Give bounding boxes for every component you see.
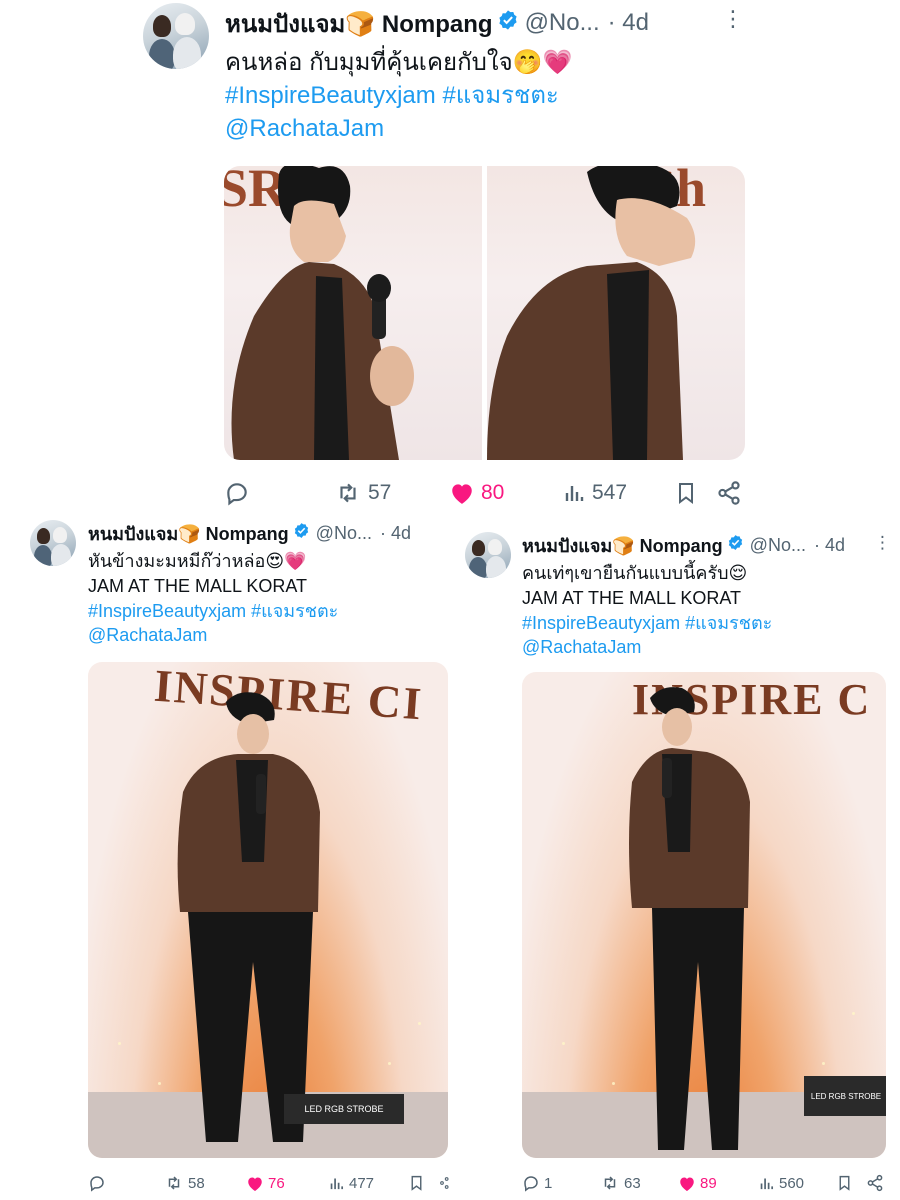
bookmark-icon xyxy=(411,1175,422,1191)
tweet-text: คนหล่อ กับมุมที่คุ้นเคยกับใจ🤭💗 xyxy=(225,49,573,76)
view-count: 560 xyxy=(779,1174,805,1192)
bookmark-button[interactable] xyxy=(836,1174,853,1192)
like-button[interactable]: 80 xyxy=(449,481,504,505)
reply-button[interactable]: 1 xyxy=(522,1174,552,1192)
mention-link[interactable]: @RachataJam xyxy=(225,112,572,145)
reply-icon xyxy=(524,1176,538,1192)
share-button[interactable] xyxy=(866,1174,884,1192)
retweet-icon xyxy=(340,483,356,503)
author-name[interactable]: หนมปังแจม🍞 Nompang xyxy=(225,4,493,43)
share-icon xyxy=(718,481,740,505)
hashtags[interactable]: #InspireBeautyxjam #แจมรชตะ xyxy=(522,611,772,636)
verified-icon xyxy=(727,534,744,556)
tweet-actions: 58 76 477 xyxy=(88,1171,450,1195)
reply-button[interactable] xyxy=(88,1174,106,1192)
bookmark-button[interactable] xyxy=(408,1174,425,1192)
like-button[interactable]: 89 xyxy=(678,1175,717,1192)
avatar[interactable] xyxy=(465,532,511,578)
views-button[interactable]: 547 xyxy=(562,481,627,505)
retweet-button[interactable]: 58 xyxy=(164,1174,205,1192)
heart-icon xyxy=(452,484,472,504)
led-strobe-box: LED RGB STROBE xyxy=(284,1094,404,1124)
bookmark-button[interactable] xyxy=(674,480,698,506)
avatar[interactable] xyxy=(30,520,76,566)
views-button[interactable]: 560 xyxy=(758,1175,804,1192)
retweet-icon xyxy=(604,1176,616,1190)
author-handle[interactable]: @No... xyxy=(316,523,372,544)
tweet-text: หันข้างมะมหมีก๊ว่าหล่อ😍💗 xyxy=(88,551,307,571)
bookmark-icon xyxy=(679,483,693,504)
author-handle[interactable]: @No... xyxy=(750,535,806,556)
like-button[interactable]: 76 xyxy=(246,1175,285,1192)
tweet-2[interactable]: หนมปังแจม🍞 Nompang @No... · 4d หันข้างมะ… xyxy=(0,515,450,1200)
more-options-icon[interactable]: ⋮ xyxy=(722,6,744,32)
avatar[interactable] xyxy=(143,3,209,69)
retweet-count: 58 xyxy=(188,1174,205,1192)
share-icon xyxy=(867,1174,883,1192)
share-icon xyxy=(440,1177,449,1189)
reply-count: 1 xyxy=(544,1174,553,1192)
like-count: 80 xyxy=(481,481,505,504)
hashtags[interactable]: #InspireBeautyxjam #แจมรชตะ xyxy=(225,79,572,112)
views-icon xyxy=(330,1178,344,1189)
tweet-3[interactable]: หนมปังแจม🍞 Nompang @No... · 4d ⋮ คนเท่ๆเ… xyxy=(450,515,900,1200)
hashtags[interactable]: #InspireBeautyxjam #แจมรชตะ xyxy=(88,599,338,624)
views-button[interactable]: 477 xyxy=(328,1175,374,1192)
author-name[interactable]: หนมปังแจม🍞 Nompang xyxy=(522,531,723,560)
heart-icon xyxy=(248,1177,262,1191)
retweet-count: 63 xyxy=(624,1174,641,1192)
led-strobe-box: LED RGB STROBE xyxy=(804,1076,886,1116)
retweet-icon xyxy=(168,1176,180,1190)
verified-icon xyxy=(293,522,310,544)
mention-link[interactable]: @RachataJam xyxy=(88,623,338,648)
author-handle[interactable]: @No... xyxy=(525,9,600,37)
media-grid[interactable]: SR Ch xyxy=(224,166,745,460)
tweet-1[interactable]: หนมปังแจม🍞 Nompang @No... · 4d ⋮ คนหล่อ … xyxy=(0,0,900,515)
tweet-text-line-2: JAM AT THE MALL KORAT xyxy=(88,575,308,596)
photo-1[interactable]: SR xyxy=(224,166,482,460)
timestamp[interactable]: · 4d xyxy=(814,535,845,556)
heart-icon xyxy=(680,1177,694,1191)
media-photo[interactable]: INSPIRE CI LED RGB STROBE xyxy=(88,662,448,1158)
share-button[interactable] xyxy=(716,480,742,506)
tweet-actions: 57 80 547 xyxy=(224,478,744,508)
media-photo[interactable]: INSPIRE C LED RGB STROBE xyxy=(522,672,886,1158)
views-icon xyxy=(565,486,584,501)
like-count: 89 xyxy=(700,1174,717,1192)
retweet-button[interactable]: 57 xyxy=(334,480,391,506)
share-button[interactable] xyxy=(438,1175,450,1191)
mention-link[interactable]: @RachataJam xyxy=(522,635,772,660)
tweet-actions: 1 63 89 560 xyxy=(522,1171,892,1195)
timestamp[interactable]: · 4d xyxy=(380,523,411,544)
more-options-icon[interactable]: ⋮ xyxy=(874,533,891,553)
tweet-text: คนเท่ๆเขายืนกันแบบนี้ครับ😌 xyxy=(522,563,748,583)
like-count: 76 xyxy=(268,1174,285,1192)
reply-button[interactable] xyxy=(224,480,250,506)
photo-2[interactable]: Ch xyxy=(487,166,745,460)
views-icon xyxy=(760,1178,774,1189)
verified-icon xyxy=(497,9,519,38)
view-count: 547 xyxy=(592,481,628,504)
retweet-button[interactable]: 63 xyxy=(600,1174,641,1192)
reply-icon xyxy=(90,1176,104,1192)
retweet-count: 57 xyxy=(368,481,392,504)
timestamp[interactable]: · 4d xyxy=(608,9,649,37)
author-name[interactable]: หนมปังแจม🍞 Nompang xyxy=(88,519,289,548)
view-count: 477 xyxy=(349,1174,375,1192)
reply-icon xyxy=(227,483,247,506)
tweet-text-line-2: JAM AT THE MALL KORAT xyxy=(522,587,742,608)
bookmark-icon xyxy=(839,1175,850,1191)
